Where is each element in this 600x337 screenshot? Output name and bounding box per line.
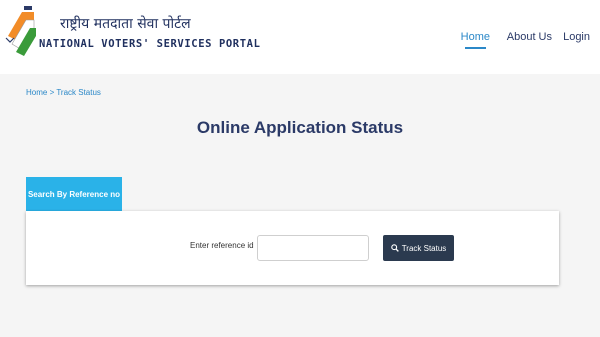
reference-id-label: Enter reference id xyxy=(190,241,254,250)
page-title: Online Application Status xyxy=(196,118,404,137)
search-icon xyxy=(390,244,399,252)
nav-home-link[interactable]: Home xyxy=(461,30,490,49)
site-logo[interactable]: राष्ट्रीय मतदाता सेवा पोर्टल NATIONAL VO… xyxy=(4,6,260,62)
logo-mark-icon xyxy=(5,6,36,56)
track-status-button[interactable]: Track Status xyxy=(383,235,454,261)
breadcrumb[interactable]: Home > Track Status xyxy=(26,88,101,97)
tab-search-by-reference[interactable]: Search By Reference no xyxy=(26,177,122,211)
logo-english-text: NATIONAL VOTERS' SERVICES PORTAL xyxy=(39,38,261,50)
site-header: राष्ट्रीय मतदाता सेवा पोर्टल NATIONAL VO… xyxy=(0,0,600,74)
nav-about-link[interactable]: About Us xyxy=(507,30,552,44)
search-card: Enter reference id Track Status xyxy=(26,211,559,285)
logo-hindi-text: राष्ट्रीय मतदाता सेवा पोर्टल xyxy=(60,16,191,32)
nav-login-link[interactable]: Login xyxy=(563,30,590,44)
reference-id-input[interactable] xyxy=(257,235,369,261)
track-status-label: Track Status xyxy=(401,243,447,253)
